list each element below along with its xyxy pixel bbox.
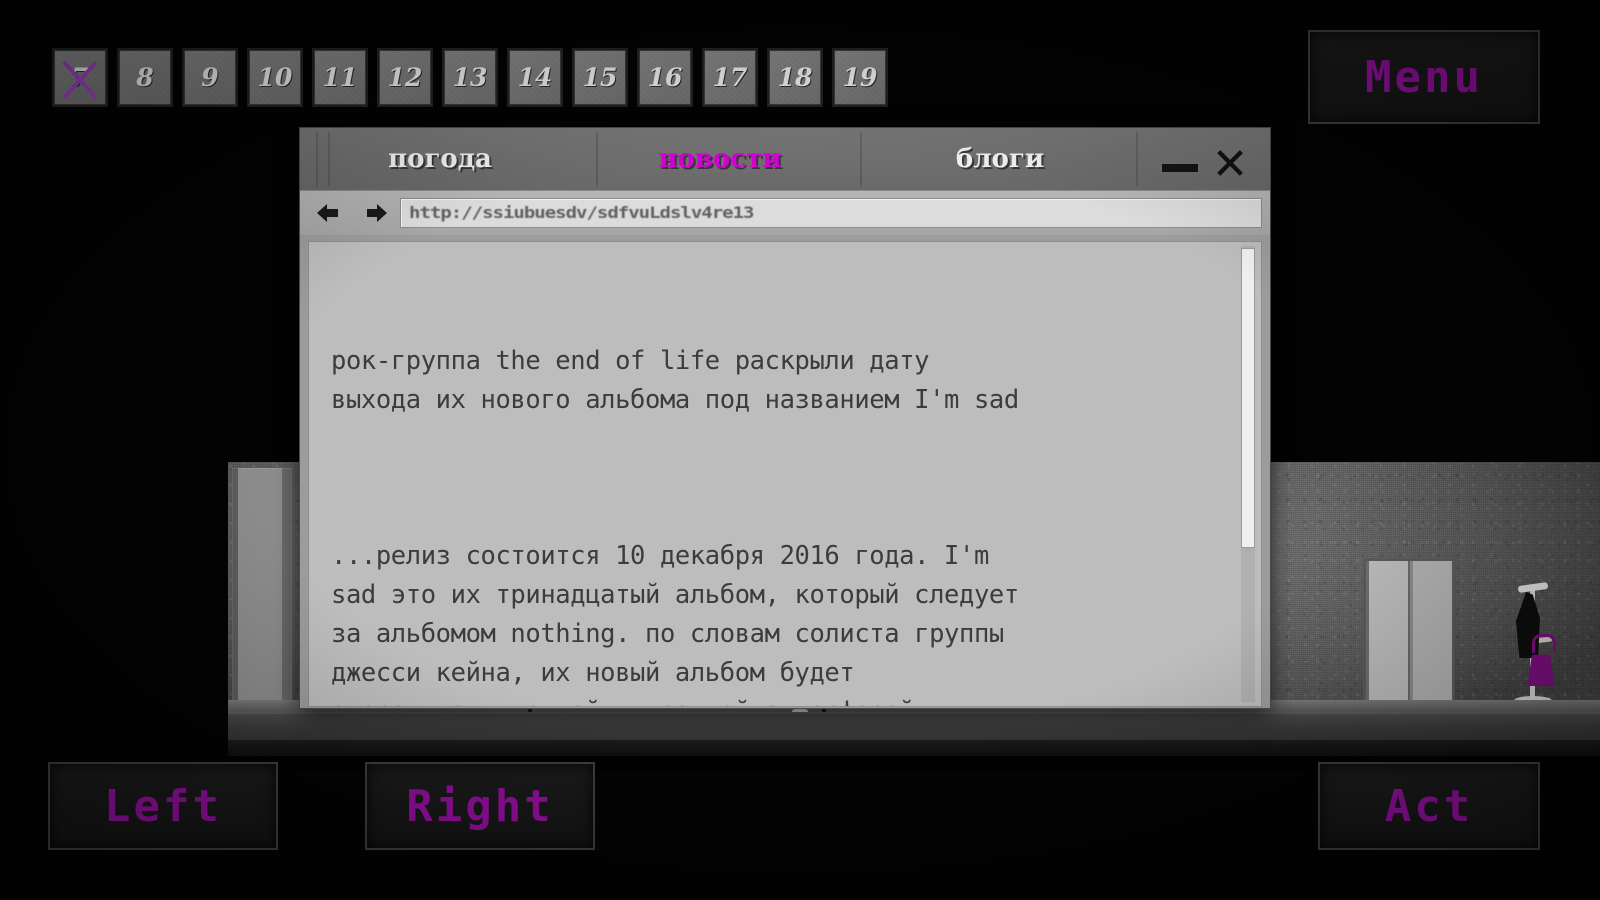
bag-handle [1532, 634, 1556, 653]
game-stage: 7 8 9 10 11 12 13 14 15 16 17 18 19 Menu… [0, 0, 1600, 900]
day-tab-label: 16 [647, 63, 683, 92]
act-button[interactable]: Act [1318, 762, 1540, 850]
day-tab-7[interactable]: 7 [52, 48, 108, 107]
day-tab-16[interactable]: 16 [637, 48, 693, 107]
day-tab-label: 10 [257, 63, 293, 92]
day-tab-label: 11 [322, 63, 358, 92]
browser-window: погода новости блоги ✕ http://ssiubuesdv… [300, 128, 1270, 708]
day-tab-label: 8 [136, 63, 154, 92]
scrollbar-thumb[interactable] [1241, 248, 1255, 548]
day-tab-label: 14 [517, 63, 553, 92]
day-tab-8[interactable]: 8 [117, 48, 173, 107]
back-arrow-icon[interactable] [317, 202, 340, 224]
window-controls: ✕ [1140, 128, 1270, 190]
browser-titlebar: погода новости блоги ✕ [300, 128, 1270, 190]
content-scrollbar[interactable] [1241, 246, 1255, 702]
day-tab-18[interactable]: 18 [767, 48, 823, 107]
day-tab-17[interactable]: 17 [702, 48, 758, 107]
menu-button[interactable]: Menu [1308, 30, 1540, 124]
close-icon[interactable]: ✕ [1212, 143, 1249, 187]
article-paragraph-1: рок-группа the end of life раскрыли дату… [331, 346, 1019, 415]
browser-content-area: рок-группа the end of life раскрыли дату… [300, 235, 1270, 707]
right-button[interactable]: Right [365, 762, 595, 850]
url-input[interactable]: http://ssiubuesdv/sdfvuLdslv4re13 [400, 198, 1262, 228]
day-tab-11[interactable]: 11 [312, 48, 368, 107]
day-tab-strip: 7 8 9 10 11 12 13 14 15 16 17 18 19 [52, 48, 888, 107]
day-tab-10[interactable]: 10 [247, 48, 303, 107]
tab-separator [1136, 132, 1138, 186]
day-tab-label: 18 [777, 63, 813, 92]
tab-separator [596, 132, 598, 186]
day-tab-15[interactable]: 15 [572, 48, 628, 107]
minimize-icon[interactable] [1161, 164, 1198, 172]
article-paragraph-2: ...релиз состоится 10 декабря 2016 года.… [331, 541, 1019, 706]
day-tab-12[interactable]: 12 [377, 48, 433, 107]
day-tab-label: 13 [452, 63, 488, 92]
browser-toolbar: http://ssiubuesdv/sdfvuLdslv4re13 [300, 190, 1270, 235]
browser-tab-novosti[interactable]: новости [580, 144, 860, 174]
wall-pillar [232, 468, 292, 726]
web-page: рок-группа the end of life раскрыли дату… [308, 241, 1262, 707]
browser-tab-pogoda[interactable]: погода [300, 144, 580, 174]
day-tab-label: 17 [712, 63, 748, 92]
day-tab-9[interactable]: 9 [182, 48, 238, 107]
tab-separator [860, 132, 862, 186]
day-tab-label: 12 [387, 63, 423, 92]
article-body: рок-группа the end of life раскрыли дату… [309, 242, 1261, 706]
tab-separator [328, 132, 330, 186]
day-tab-label: 7 [71, 63, 89, 92]
day-tab-label: 15 [582, 63, 618, 92]
day-tab-label: 19 [842, 63, 878, 92]
coat-rack[interactable] [1512, 578, 1556, 710]
url-text: http://ssiubuesdv/sdfvuLdslv4re13 [409, 203, 754, 223]
forward-arrow-icon[interactable] [364, 202, 387, 224]
day-tab-label: 9 [201, 63, 219, 92]
tab-separator [316, 132, 318, 186]
day-tab-14[interactable]: 14 [507, 48, 563, 107]
day-tab-19[interactable]: 19 [832, 48, 888, 107]
left-button[interactable]: Left [48, 762, 278, 850]
browser-tab-blogi[interactable]: блоги [860, 144, 1140, 174]
day-tab-13[interactable]: 13 [442, 48, 498, 107]
